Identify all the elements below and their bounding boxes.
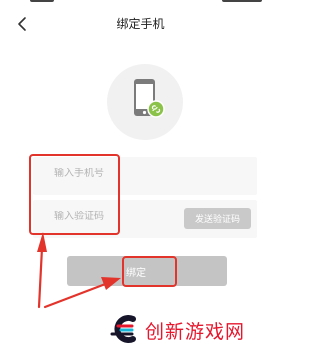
brand-logo-icon <box>110 315 136 343</box>
watermark-text: 创新游戏网 <box>145 321 246 343</box>
